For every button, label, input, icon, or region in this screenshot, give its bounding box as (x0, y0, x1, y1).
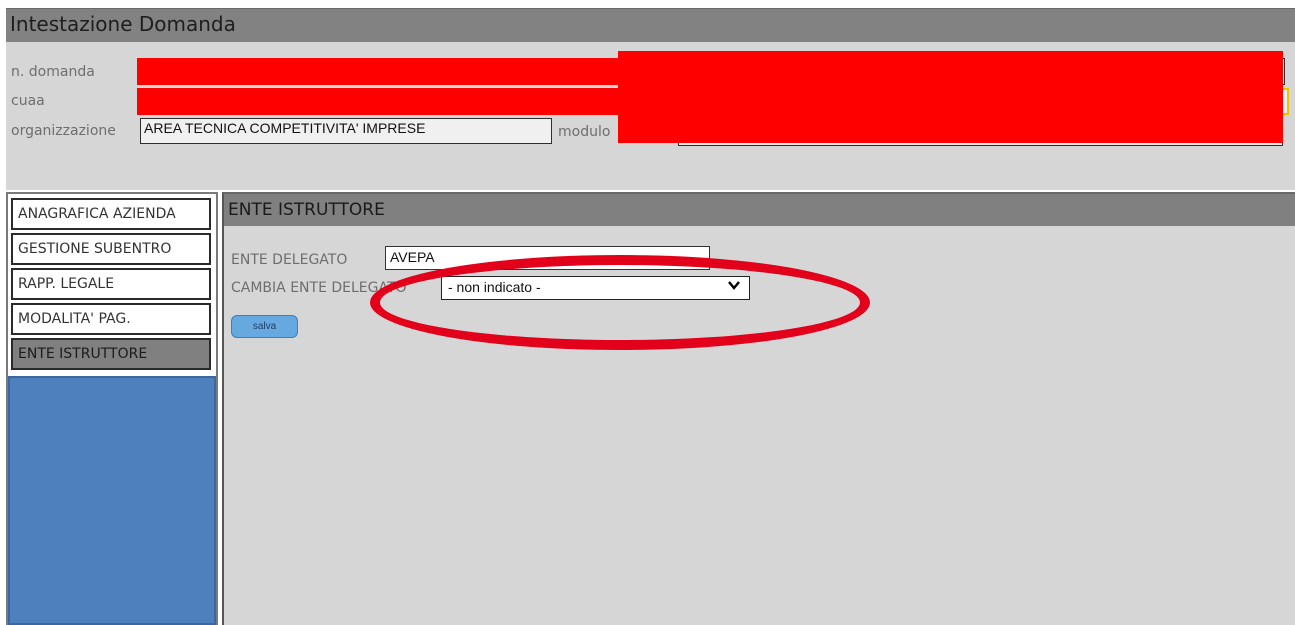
ente-delegato-field[interactable]: AVEPA (385, 246, 710, 270)
sidebar-item-ente-istruttore[interactable]: ENTE ISTRUTTORE (11, 338, 211, 370)
redaction-block (618, 51, 1283, 143)
ente-delegato-label: ENTE DELEGATO (231, 252, 348, 268)
chevron-down-icon (727, 278, 741, 295)
redaction-n-domanda (137, 58, 620, 85)
modulo-label: modulo (558, 124, 611, 140)
organizzazione-field[interactable]: AREA TECNICA COMPETITIVITA' IMPRESE (140, 118, 552, 144)
sidebar-item-rapp-legale[interactable]: RAPP. LEGALE (11, 268, 211, 300)
cuaa-label: cuaa (11, 93, 45, 109)
page-title: Intestazione Domanda (10, 12, 236, 36)
sidebar-fill (8, 376, 216, 625)
sidebar-item-anagrafica-azienda[interactable]: ANAGRAFICA AZIENDA (11, 198, 211, 230)
main-panel (222, 192, 1295, 625)
select-value: - non indicato - (448, 279, 541, 295)
sidebar-item-modalita-pag[interactable]: MODALITA' PAG. (11, 303, 211, 335)
cambia-ente-delegato-select[interactable]: - non indicato - (441, 276, 750, 300)
redaction-cuaa (137, 88, 620, 115)
cambia-ente-delegato-label: CAMBIA ENTE DELEGATO (231, 280, 407, 296)
organizzazione-label: organizzazione (11, 123, 116, 139)
section-title: ENTE ISTRUTTORE (228, 200, 385, 220)
save-button[interactable]: salva (231, 315, 298, 338)
sidebar-item-gestione-subentro[interactable]: GESTIONE SUBENTRO (11, 233, 211, 265)
n-domanda-label: n. domanda (11, 64, 95, 80)
